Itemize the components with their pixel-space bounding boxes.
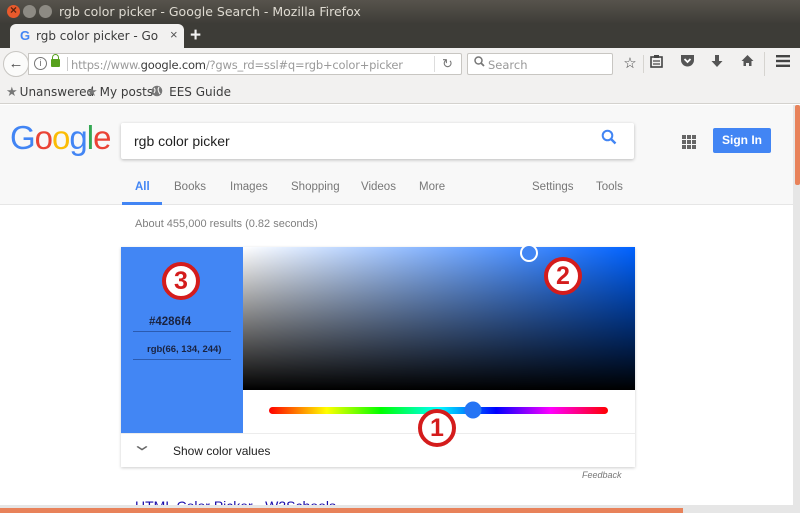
annotation-badge-1: 1 <box>418 409 456 447</box>
search-placeholder: Search <box>488 58 528 72</box>
horizontal-scrollbar-thumb[interactable] <box>0 508 683 513</box>
back-arrow-icon: ← <box>8 55 24 72</box>
vertical-scrollbar[interactable] <box>793 105 800 505</box>
tab-books[interactable]: Books <box>174 181 206 193</box>
window-minimize-button[interactable] <box>23 5 36 18</box>
bookmark-star-icon[interactable]: ☆ <box>621 54 639 72</box>
tab-more[interactable]: More <box>419 181 445 193</box>
bookmark-label: Unanswered <box>19 85 95 99</box>
hex-underline <box>133 331 231 332</box>
search-icon <box>474 56 485 70</box>
google-favicon-icon: G <box>20 28 31 43</box>
url-suffix: /?gws_rd=ssl#q=rgb+color+picker <box>205 58 403 72</box>
tab-label: rgb color picker - Google Search <box>36 29 158 43</box>
bookmark-ees-guide[interactable]: EES Guide <box>151 85 231 100</box>
logo-letter: g <box>69 119 87 156</box>
toolbar-divider <box>643 55 644 73</box>
hex-value[interactable]: #4286f4 <box>149 316 191 328</box>
reload-divider <box>434 56 435 72</box>
annotation-badge-2: 2 <box>544 257 582 295</box>
logo-letter: o <box>34 119 53 156</box>
logo-letter: G <box>10 119 36 156</box>
horizontal-scrollbar[interactable] <box>0 505 800 513</box>
url-divider <box>67 57 68 71</box>
browser-tab[interactable]: G rgb color picker - Google Search × <box>10 24 184 48</box>
bookmark-my-posts[interactable]: ★ My posts <box>86 85 153 100</box>
tab-close-icon[interactable]: × <box>170 27 178 42</box>
saturation-value-handle[interactable] <box>520 243 539 262</box>
show-color-values-toggle[interactable]: Show color values <box>121 434 635 467</box>
browser-search-input[interactable]: Search <box>467 53 613 75</box>
new-tab-button[interactable]: + <box>190 25 201 47</box>
lock-icon <box>51 54 60 67</box>
back-button[interactable]: ← <box>3 51 29 77</box>
bookmark-label: My posts <box>99 85 154 99</box>
url-bar[interactable]: i https://www.google.com/?gws_rd=ssl#q=r… <box>28 53 462 75</box>
toolbar-divider <box>764 52 765 76</box>
sign-in-button[interactable]: Sign In <box>713 128 771 153</box>
chevron-down-icon <box>136 441 148 455</box>
reading-list-icon[interactable] <box>647 54 665 72</box>
active-tab-indicator <box>122 202 162 205</box>
hue-slider-handle[interactable] <box>464 401 482 419</box>
url-prefix: https://www. <box>71 58 141 72</box>
tab-strip: G rgb color picker - Google Search × + <box>0 24 800 48</box>
google-search-input[interactable]: rgb color picker <box>121 123 634 159</box>
globe-icon <box>151 85 167 100</box>
url-text[interactable]: https://www.google.com/?gws_rd=ssl#q=rgb… <box>71 58 403 72</box>
window-titlebar: rgb color picker - Google Search - Mozil… <box>0 0 800 24</box>
bookmarks-toolbar: ★ Unanswered ★ My posts EES Guide <box>0 80 800 104</box>
rgb-value[interactable]: rgb(66, 134, 244) <box>147 344 221 355</box>
window-close-button[interactable] <box>7 3 20 18</box>
home-icon[interactable] <box>738 54 756 71</box>
bookmark-label: EES Guide <box>169 85 231 99</box>
tab-shopping[interactable]: Shopping <box>291 181 340 193</box>
reload-icon[interactable]: ↻ <box>442 56 453 72</box>
vertical-scrollbar-thumb[interactable] <box>795 105 800 185</box>
result-stats: About 455,000 results (0.82 seconds) <box>135 218 318 230</box>
window-maximize-button[interactable] <box>39 5 52 18</box>
tab-images[interactable]: Images <box>230 181 268 193</box>
menu-icon[interactable] <box>774 54 792 71</box>
search-button[interactable] <box>601 129 617 150</box>
rgb-underline <box>133 359 231 360</box>
navigation-toolbar: i https://www.google.com/?gws_rd=ssl#q=r… <box>0 48 800 80</box>
tab-settings[interactable]: Settings <box>532 181 574 193</box>
logo-letter: o <box>52 119 70 156</box>
star-icon: ★ <box>6 85 18 100</box>
bookmark-unanswered[interactable]: ★ Unanswered <box>6 85 94 100</box>
pocket-icon[interactable] <box>678 54 696 71</box>
apps-grid-icon[interactable] <box>682 135 696 149</box>
page-content: Google rgb color picker Sign In All Book… <box>0 105 793 505</box>
tab-all[interactable]: All <box>135 181 150 193</box>
window-title: rgb color picker - Google Search - Mozil… <box>59 4 361 19</box>
google-header: Google rgb color picker Sign In All Book… <box>0 105 793 205</box>
search-query: rgb color picker <box>134 133 230 149</box>
logo-letter: e <box>93 119 111 156</box>
annotation-badge-3: 3 <box>162 262 200 300</box>
url-domain: google.com <box>140 58 206 72</box>
feedback-link[interactable]: Feedback <box>582 470 622 480</box>
download-icon[interactable] <box>708 54 726 72</box>
google-logo[interactable]: Google <box>10 119 111 157</box>
tab-videos[interactable]: Videos <box>361 181 396 193</box>
tab-tools[interactable]: Tools <box>596 181 623 193</box>
search-result-link[interactable]: HTML Color Picker - W3Schools <box>135 498 336 505</box>
star-icon: ★ <box>86 85 98 100</box>
info-icon[interactable]: i <box>34 57 47 70</box>
show-color-values-label: Show color values <box>173 444 271 458</box>
